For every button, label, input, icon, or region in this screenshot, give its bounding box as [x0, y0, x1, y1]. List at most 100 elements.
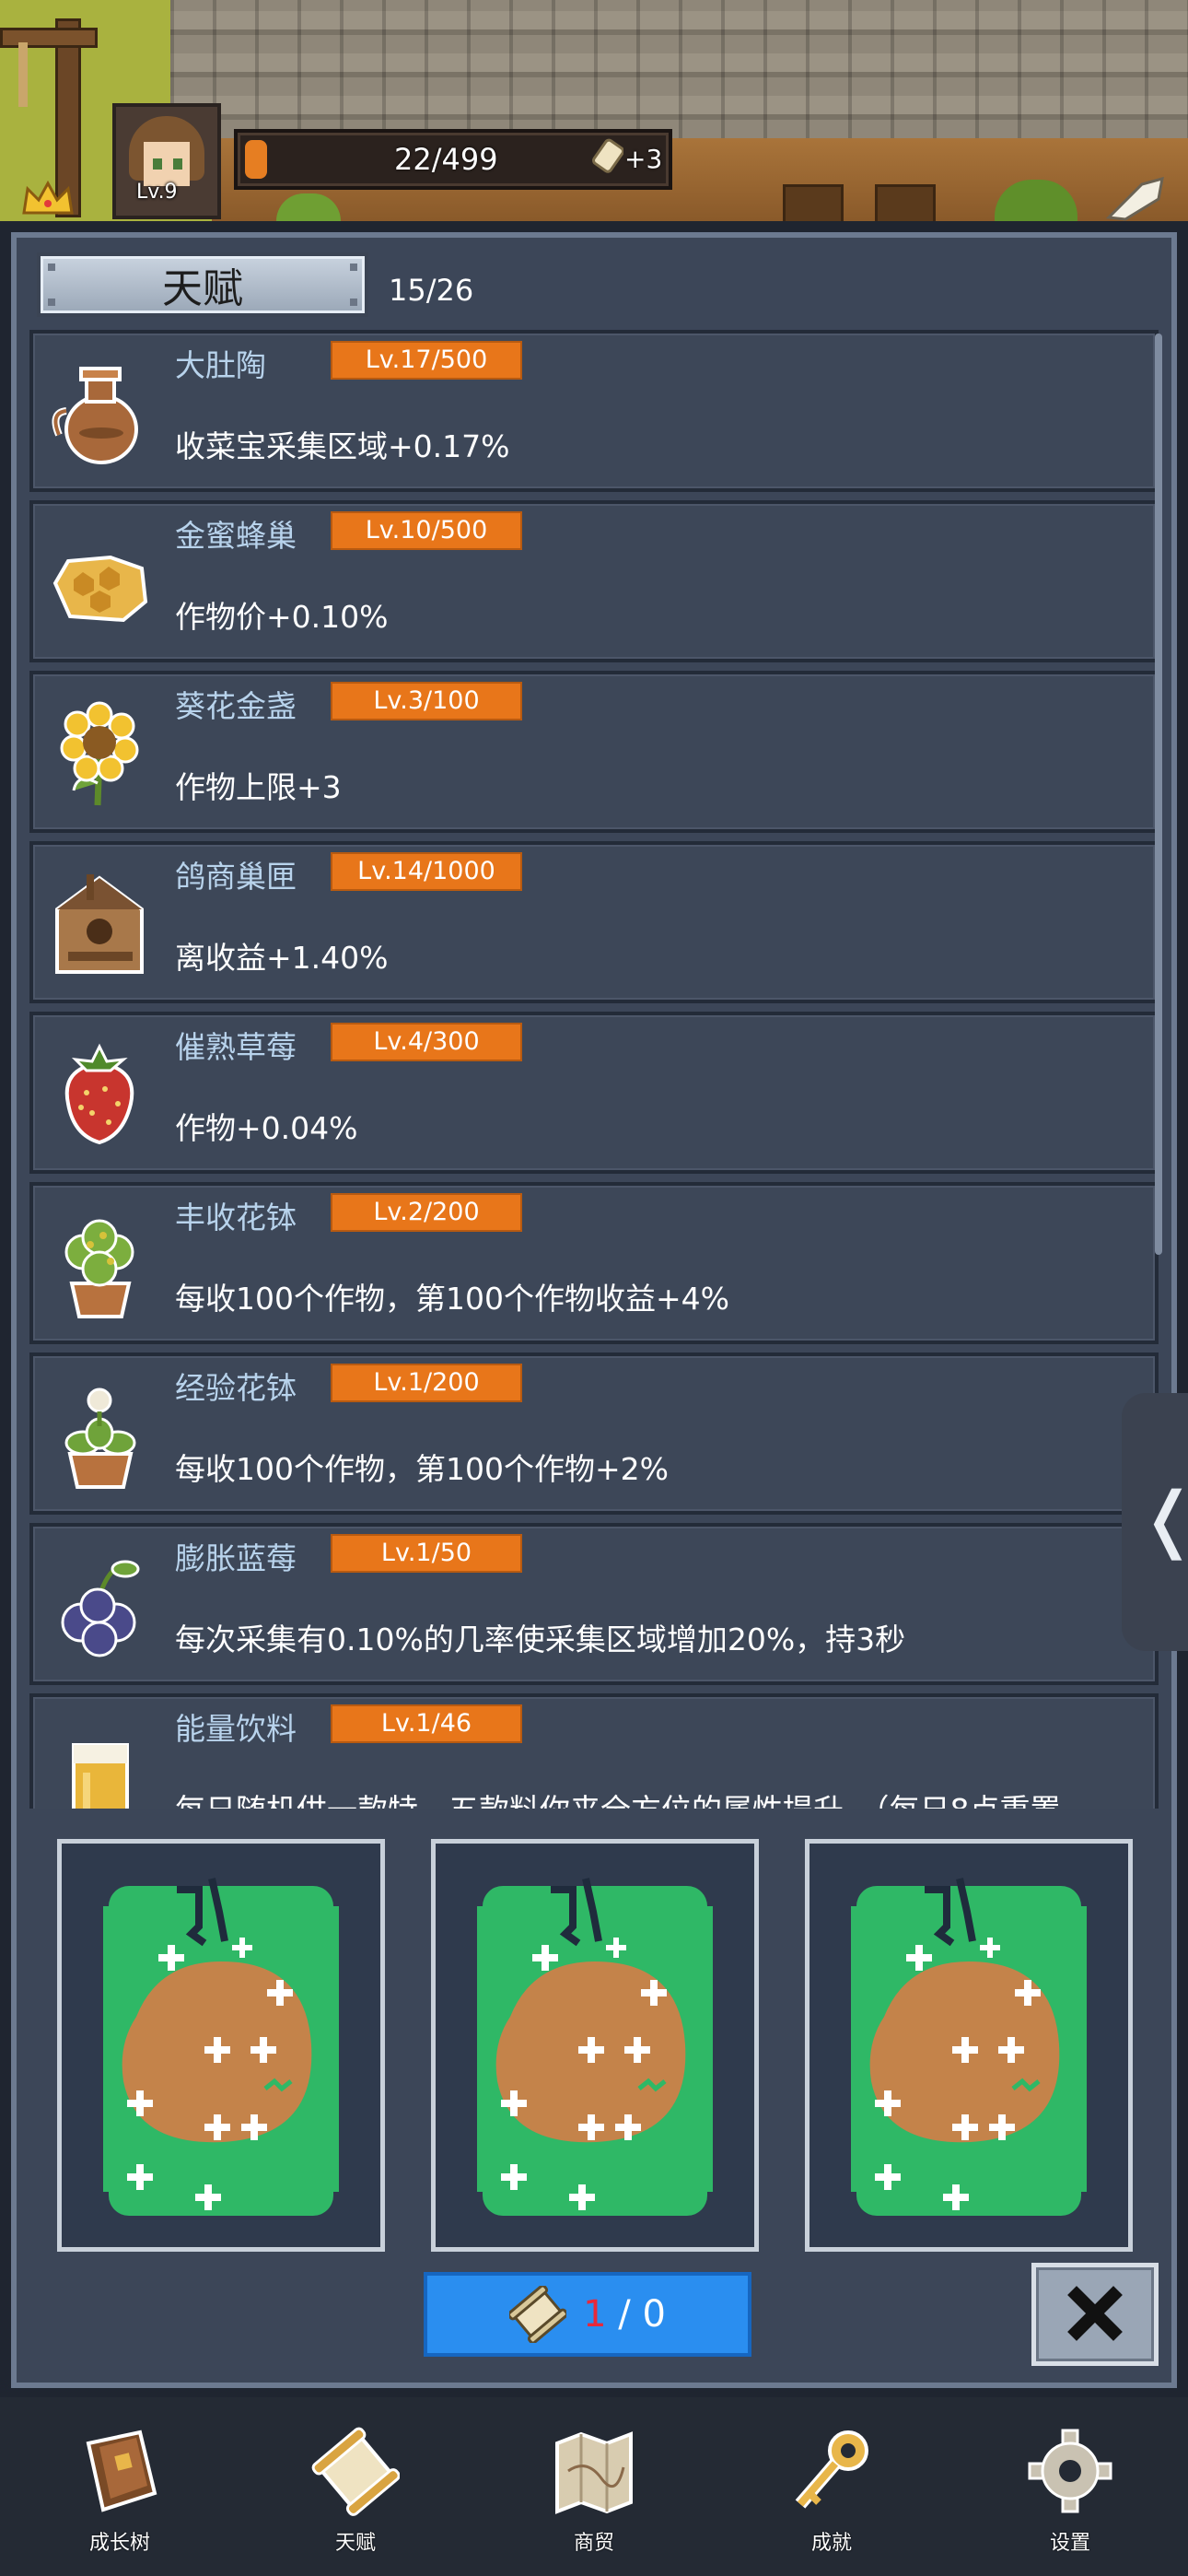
card-back-icon [103, 1878, 339, 2216]
nav-item-settings[interactable]: 设置 [987, 2397, 1153, 2576]
talent-list[interactable]: 大肚陶 Lv.17/500 收菜宝采集区域+0.17% 金蜜蜂巢 Lv.10/5… [29, 330, 1159, 1809]
scroll-icon [509, 2286, 567, 2343]
chevron-left-icon: ❬ [1138, 1478, 1188, 1561]
strawberry-icon [64, 1043, 134, 1145]
talent-name: 能量饮料 [175, 1711, 297, 1747]
talent-desc: 作物上限+3 [175, 769, 342, 805]
talent-item[interactable]: 能量饮料 Lv.1/46 每日随机供一款特，五款料你来全方位的属性提升。（每日8… [29, 1693, 1159, 1809]
claim-total: 0 [642, 2293, 666, 2336]
rivet [48, 299, 55, 306]
nav-label: 成长树 [88, 2532, 150, 2555]
claim-button[interactable]: 1 / 0 [424, 2272, 751, 2357]
potted-plant-icon [64, 1219, 134, 1318]
scroll-icon [311, 2427, 400, 2516]
talent-item[interactable]: 催熟草莓 Lv.4/300 作物+0.04% [29, 1012, 1159, 1174]
talent-level-badge: Lv.2/200 [332, 1195, 520, 1230]
xp-text: 22/499 [394, 142, 498, 177]
talent-level-badge: Lv.3/100 [332, 684, 520, 719]
rivet [350, 299, 357, 306]
talent-panel: 天赋 15/26 大肚陶 Lv.17/500 收菜宝采集区域+0.17% 金蜜蜂… [11, 232, 1177, 2388]
talent-desc: 收菜宝采集区域+0.17% [175, 428, 510, 464]
talent-desc: 作物价+0.10% [175, 599, 389, 635]
talent-name: 催熟草莓 [175, 1029, 297, 1065]
house-window [875, 184, 936, 221]
talent-desc: 每次采集有0.10%的几率使采集区域增加20%，持3秒 [175, 1622, 906, 1657]
talent-name: 丰收花钵 [175, 1200, 297, 1235]
rope [18, 42, 28, 107]
house-roof [170, 0, 1188, 138]
house-window [783, 184, 844, 221]
card-back-icon [851, 1878, 1087, 2216]
talent-desc: 作物+0.04% [175, 1110, 358, 1146]
close-icon [1067, 2286, 1123, 2341]
talent-desc: 每收100个作物，第100个作物+2% [175, 1451, 669, 1487]
talent-item[interactable]: 鸽商巢匣 Lv.14/1000 离收益+1.40% [29, 841, 1159, 1003]
talent-name: 葵花金盏 [175, 688, 297, 724]
talent-count: 15/26 [389, 273, 474, 308]
flower-pot-icon [64, 1388, 136, 1489]
side-collapse-tab[interactable]: ❬ [1122, 1393, 1188, 1651]
map-icon [555, 2431, 633, 2514]
talent-card[interactable] [805, 1839, 1133, 2252]
talent-item[interactable]: 丰收花钵 Lv.2/200 每收100个作物，第100个作物收益+4% [29, 1182, 1159, 1344]
key-icon [795, 2430, 868, 2509]
bottom-nav: 成长树 天赋 商贸 成就 设置 [0, 2397, 1188, 2576]
game-scene: Lv.9 22/499 +3 [0, 0, 1188, 221]
talent-item[interactable]: 大肚陶 Lv.17/500 收菜宝采集区域+0.17% [29, 330, 1159, 492]
jug-icon [52, 367, 138, 464]
honeycomb-icon [52, 555, 148, 623]
talent-level-badge: Lv.1/200 [332, 1365, 520, 1400]
talent-tab-label: 天赋 [162, 265, 243, 312]
talent-name: 膨胀蓝莓 [175, 1540, 297, 1576]
avatar-eye [173, 158, 182, 170]
nav-item-achievement[interactable]: 成就 [749, 2397, 914, 2576]
talent-name: 大肚陶 [175, 347, 266, 383]
avatar-eye [153, 158, 162, 170]
gear-icon [1028, 2429, 1112, 2513]
crown-icon [22, 180, 74, 215]
talent-name: 经验花钵 [175, 1370, 297, 1406]
claim-current: 1 [583, 2293, 607, 2336]
close-button[interactable] [1031, 2263, 1159, 2366]
talent-level-badge: Lv.4/300 [332, 1025, 520, 1060]
nav-label: 商贸 [573, 2532, 614, 2555]
nav-label: 天赋 [334, 2532, 376, 2555]
scroll-icon [592, 138, 623, 173]
sunflower-icon [60, 701, 139, 806]
talent-item[interactable]: 葵花金盏 Lv.3/100 作物上限+3 [29, 671, 1159, 833]
birdhouse-icon [55, 874, 144, 974]
xp-bar: 22/499 +3 [234, 129, 672, 190]
nav-item-trade[interactable]: 商贸 [511, 2397, 677, 2576]
horn-icon [1105, 176, 1164, 221]
talent-tab-button[interactable]: 天赋 [37, 252, 368, 317]
talent-name: 金蜜蜂巢 [175, 518, 297, 554]
talent-card[interactable] [431, 1839, 759, 2252]
claim-separator: / [618, 2293, 631, 2336]
talent-level-badge: Lv.1/46 [332, 1706, 520, 1741]
talent-item[interactable]: 膨胀蓝莓 Lv.1/50 每次采集有0.10%的几率使采集区域增加20%，持3秒 [29, 1523, 1159, 1685]
talent-desc: 离收益+1.40% [175, 940, 389, 976]
talent-desc: 每日随机供一款特，五款料你来全方位的属性提升。（每日8点重置 [175, 1786, 1061, 1809]
talent-card[interactable] [57, 1839, 385, 2252]
talent-level-badge: Lv.1/50 [332, 1536, 520, 1571]
xp-fill [245, 140, 267, 179]
nav-label: 成就 [810, 2532, 852, 2555]
blueberry-icon [61, 1560, 140, 1657]
card-back-icon [477, 1878, 713, 2216]
talent-level-badge: Lv.10/500 [332, 513, 520, 548]
book-icon [86, 2430, 157, 2512]
energy-drink-icon [72, 1743, 129, 1809]
talent-item[interactable]: 经验花钵 Lv.1/200 每收100个作物，第100个作物+2% [29, 1352, 1159, 1515]
nav-item-growth-tree[interactable]: 成长树 [37, 2397, 203, 2576]
talent-item[interactable]: 金蜜蜂巢 Lv.10/500 作物价+0.10% [29, 500, 1159, 662]
talent-name: 鸽商巢匣 [175, 859, 297, 895]
xp-bonus: +3 [624, 144, 663, 174]
talent-desc: 每收100个作物，第100个作物收益+4% [175, 1281, 729, 1317]
talent-level-badge: Lv.17/500 [332, 343, 520, 378]
list-scrollbar[interactable] [1155, 334, 1162, 1255]
rivet [48, 263, 55, 271]
rivet [350, 263, 357, 271]
nav-label: 设置 [1049, 2532, 1090, 2555]
nav-item-talent[interactable]: 天赋 [273, 2397, 438, 2576]
avatar-face [144, 142, 190, 186]
